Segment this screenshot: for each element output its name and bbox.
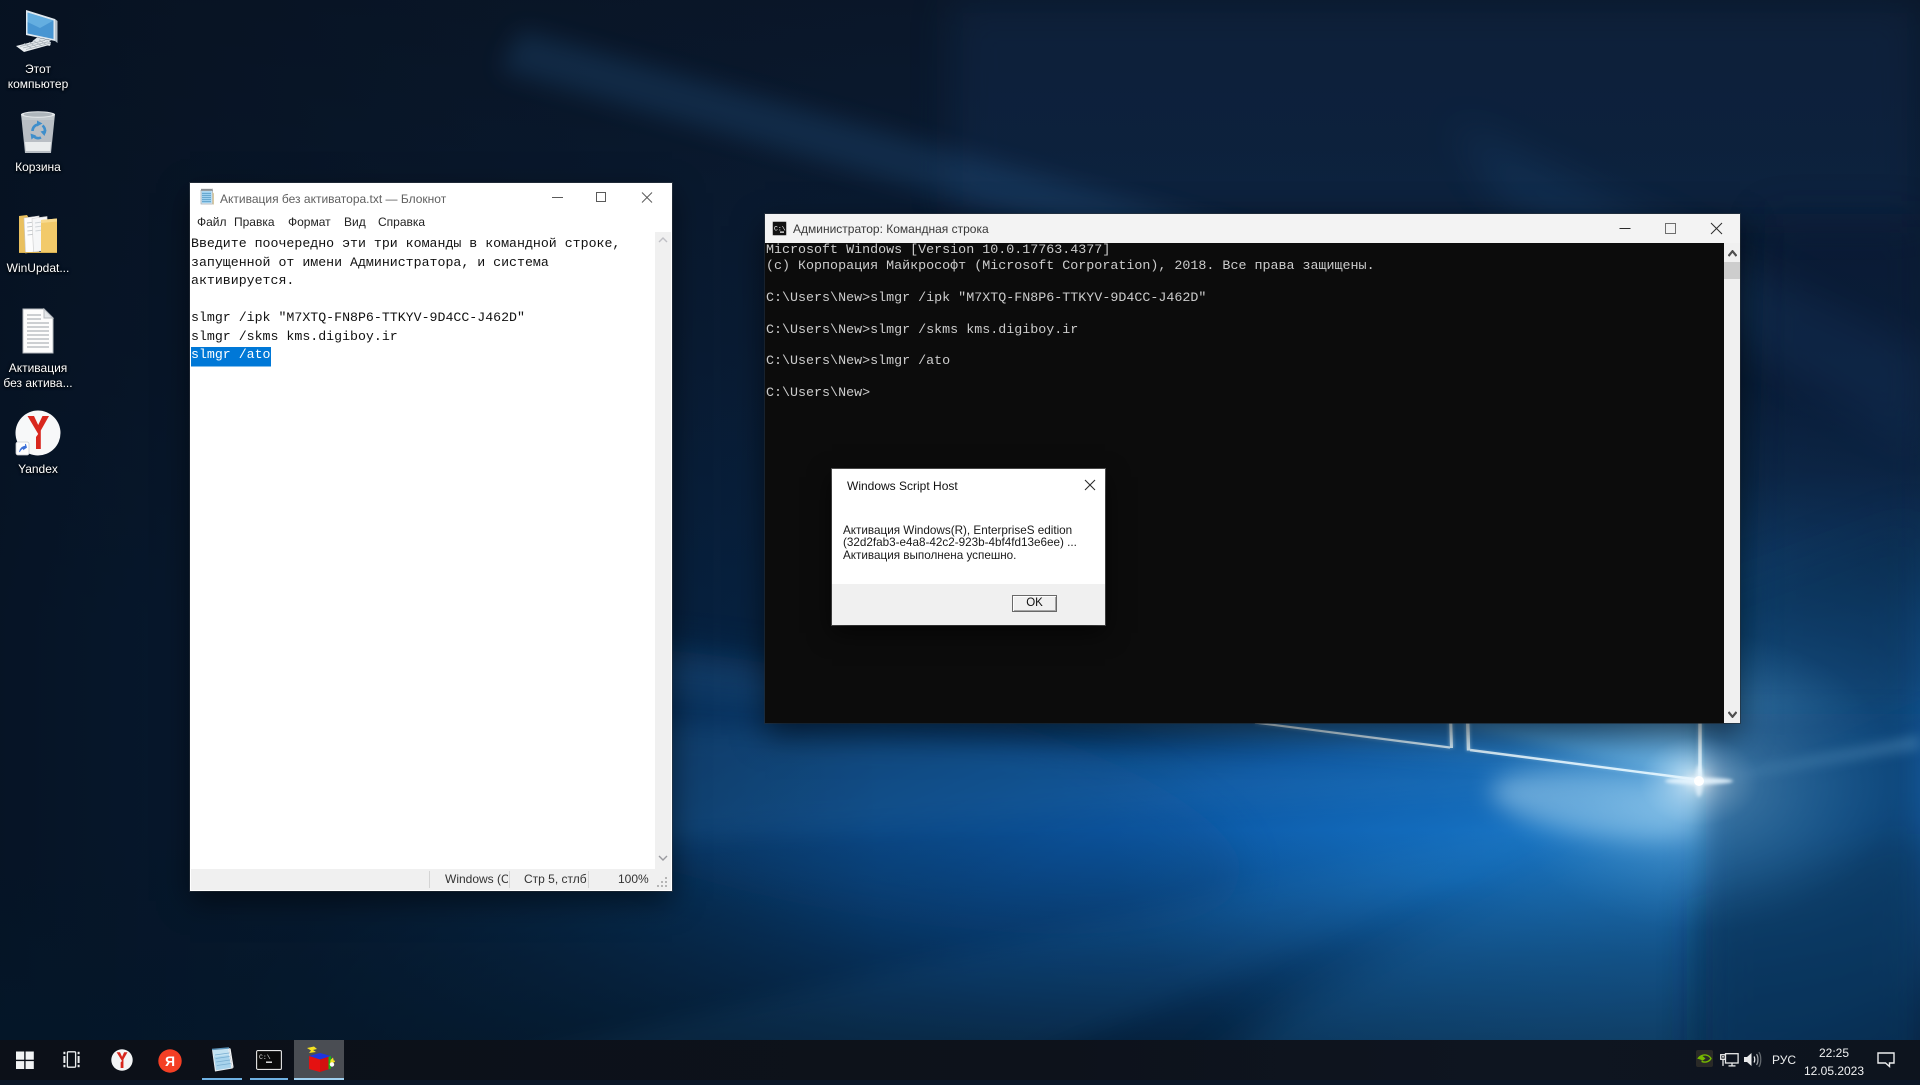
svg-text:C:\: C:\: [259, 1054, 271, 1061]
svg-text:C:\: C:\: [774, 226, 786, 233]
svg-text:Я: Я: [165, 1053, 175, 1069]
